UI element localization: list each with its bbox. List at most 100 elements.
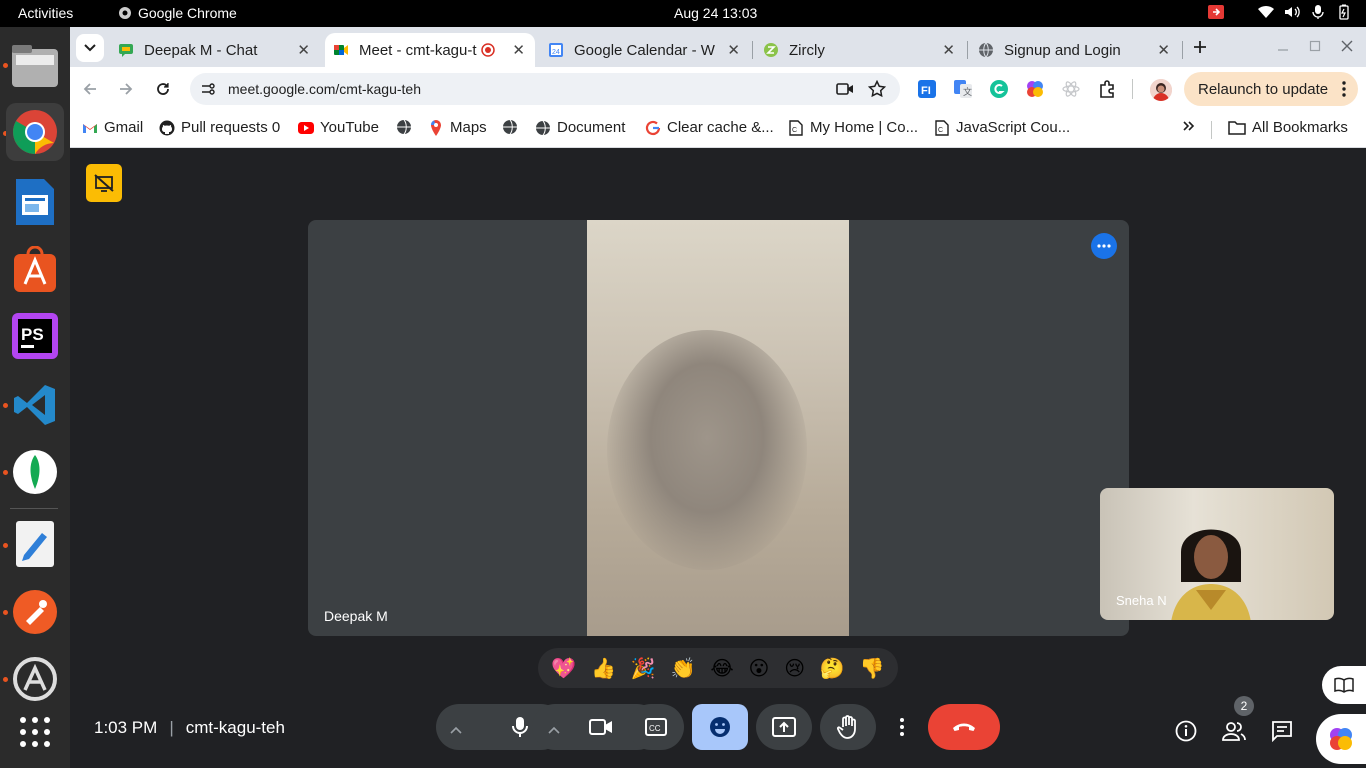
- wifi-icon[interactable]: [1258, 4, 1274, 20]
- reaction-party-popper[interactable]: 🎉: [631, 656, 656, 681]
- globe-icon: [503, 119, 517, 135]
- reaction-thinking[interactable]: 🤔: [820, 656, 845, 681]
- more-options-button[interactable]: [892, 704, 912, 750]
- files-icon[interactable]: [6, 37, 64, 95]
- video-settings-button[interactable]: [548, 721, 560, 739]
- meeting-details-button[interactable]: [1173, 718, 1199, 744]
- minimize-button[interactable]: [1276, 39, 1290, 58]
- system-tray[interactable]: [1208, 4, 1352, 20]
- reactions-bar: 💖 👍 🎉 👏 😂 😮 😢 🤔 👎: [538, 648, 898, 688]
- tile-options-button[interactable]: [1091, 233, 1117, 259]
- star-icon[interactable]: [868, 80, 886, 98]
- tab-google-calendar[interactable]: 24 Google Calendar - W ✕: [540, 33, 750, 67]
- screen-share-indicator-icon[interactable]: [1208, 4, 1224, 20]
- google-translate-icon[interactable]: 文: [954, 80, 972, 98]
- close-tab-icon[interactable]: ✕: [297, 41, 310, 59]
- microphone-icon: [512, 717, 528, 737]
- clock[interactable]: Aug 24 13:03: [674, 5, 757, 21]
- svg-text:24: 24: [552, 49, 560, 56]
- show-apps-icon[interactable]: [6, 703, 64, 761]
- meeting-code: cmt-kagu-teh: [185, 718, 285, 737]
- volume-icon[interactable]: [1284, 4, 1300, 20]
- reaction-laughing[interactable]: 😂: [710, 656, 733, 681]
- bookmark-maps[interactable]: Maps: [428, 119, 487, 136]
- forward-button[interactable]: [118, 81, 134, 102]
- reaction-thumbs-up[interactable]: 👍: [591, 656, 616, 681]
- extensions-puzzle-icon[interactable]: [1098, 80, 1116, 98]
- more-bookmarks-button[interactable]: [1182, 119, 1196, 133]
- people-button[interactable]: [1221, 718, 1247, 744]
- arrow-left-icon: [83, 83, 96, 95]
- bookmark-gmail[interactable]: Gmail: [82, 119, 143, 136]
- participant-name: Deepak M: [324, 608, 388, 624]
- bookmark-globe-2[interactable]: [502, 119, 518, 135]
- grammarly-icon[interactable]: [990, 80, 1008, 98]
- bookmark-document[interactable]: Document: [535, 119, 625, 136]
- tab-title: Meet - cmt-kagu-t: [359, 41, 477, 59]
- relaunch-to-update-button[interactable]: Relaunch to update: [1184, 72, 1358, 106]
- postman-icon[interactable]: [6, 583, 64, 641]
- close-tab-icon[interactable]: ✕: [942, 41, 955, 59]
- tab-search-button[interactable]: [76, 34, 104, 62]
- bookmark-javascript-course[interactable]: C JavaScript Cou...: [934, 119, 1070, 136]
- bookmark-my-home[interactable]: C My Home | Co...: [788, 119, 918, 136]
- close-tab-icon[interactable]: ✕: [512, 41, 525, 59]
- bookmark-youtube[interactable]: YouTube: [298, 119, 379, 136]
- reaction-thumbs-down[interactable]: 👎: [860, 656, 885, 681]
- chrome-icon[interactable]: [6, 103, 64, 161]
- writer-icon[interactable]: [6, 173, 64, 231]
- mongodb-compass-icon[interactable]: [6, 443, 64, 501]
- reaction-sparkling-heart[interactable]: 💖: [551, 656, 576, 681]
- app-center-icon[interactable]: [6, 240, 64, 298]
- close-tab-icon[interactable]: ✕: [1157, 41, 1170, 59]
- chevron-up-icon: [548, 726, 560, 734]
- text-editor-icon[interactable]: [6, 515, 64, 573]
- close-tab-icon[interactable]: ✕: [727, 41, 740, 59]
- main-video-tile[interactable]: Deepak M: [308, 220, 1129, 636]
- reactions-button[interactable]: [692, 704, 748, 750]
- reaction-clapping[interactable]: 👏: [671, 656, 696, 681]
- bookmark-globe-1[interactable]: [396, 119, 412, 135]
- microphone-indicator-icon[interactable]: [1310, 4, 1326, 20]
- raise-hand-button[interactable]: [820, 704, 876, 750]
- self-view-tile[interactable]: Sneha N: [1100, 488, 1334, 620]
- new-tab-button[interactable]: [1190, 37, 1210, 57]
- back-button[interactable]: [82, 81, 98, 102]
- bookmark-label: Clear cache &...: [667, 119, 774, 136]
- tab-meet[interactable]: Meet - cmt-kagu-t ✕: [325, 33, 535, 67]
- reaction-crying[interactable]: 😢: [784, 656, 805, 681]
- maximize-button[interactable]: [1308, 39, 1322, 58]
- site-info-icon[interactable]: [200, 81, 216, 97]
- phpstorm-icon[interactable]: PS: [6, 307, 64, 365]
- vscode-icon[interactable]: [6, 376, 64, 434]
- tab-signup-login[interactable]: Signup and Login ✕: [970, 33, 1180, 67]
- captions-button[interactable]: CC: [628, 704, 684, 750]
- camera-warning-badge[interactable]: [86, 164, 122, 202]
- audio-settings-button[interactable]: [450, 721, 462, 739]
- bookmark-pull-requests[interactable]: Pull requests 0: [159, 119, 280, 136]
- reaction-surprised[interactable]: 😮: [749, 656, 770, 681]
- toolbar-divider: [1132, 79, 1133, 99]
- present-screen-button[interactable]: [756, 704, 812, 750]
- self-view-name: Sneha N: [1116, 593, 1167, 608]
- tab-zircly[interactable]: Zircly ✕: [755, 33, 965, 67]
- camera-in-use-icon[interactable]: [836, 81, 854, 97]
- activities-button[interactable]: Activities: [18, 5, 73, 21]
- extension-fi-icon[interactable]: FI: [918, 80, 936, 98]
- leave-call-button[interactable]: [928, 704, 1000, 750]
- reload-button[interactable]: [155, 81, 171, 102]
- close-window-button[interactable]: [1340, 39, 1354, 58]
- camera-button[interactable]: [572, 704, 630, 750]
- app-menu[interactable]: Google Chrome: [118, 5, 237, 21]
- brain-extension-icon[interactable]: [1026, 80, 1044, 98]
- youtube-icon: [298, 121, 314, 134]
- profile-avatar[interactable]: [1150, 79, 1172, 101]
- tab-deepak-chat[interactable]: Deepak M - Chat ✕: [110, 33, 320, 67]
- all-bookmarks-button[interactable]: All Bookmarks: [1228, 119, 1348, 136]
- battery-icon[interactable]: [1336, 4, 1352, 20]
- address-bar[interactable]: meet.google.com/cmt-kagu-teh: [190, 73, 900, 105]
- software-updater-icon[interactable]: [6, 650, 64, 708]
- chat-button[interactable]: [1269, 718, 1295, 744]
- bookmark-clear-cache[interactable]: Clear cache &...: [645, 119, 774, 136]
- react-devtools-icon[interactable]: [1062, 80, 1080, 98]
